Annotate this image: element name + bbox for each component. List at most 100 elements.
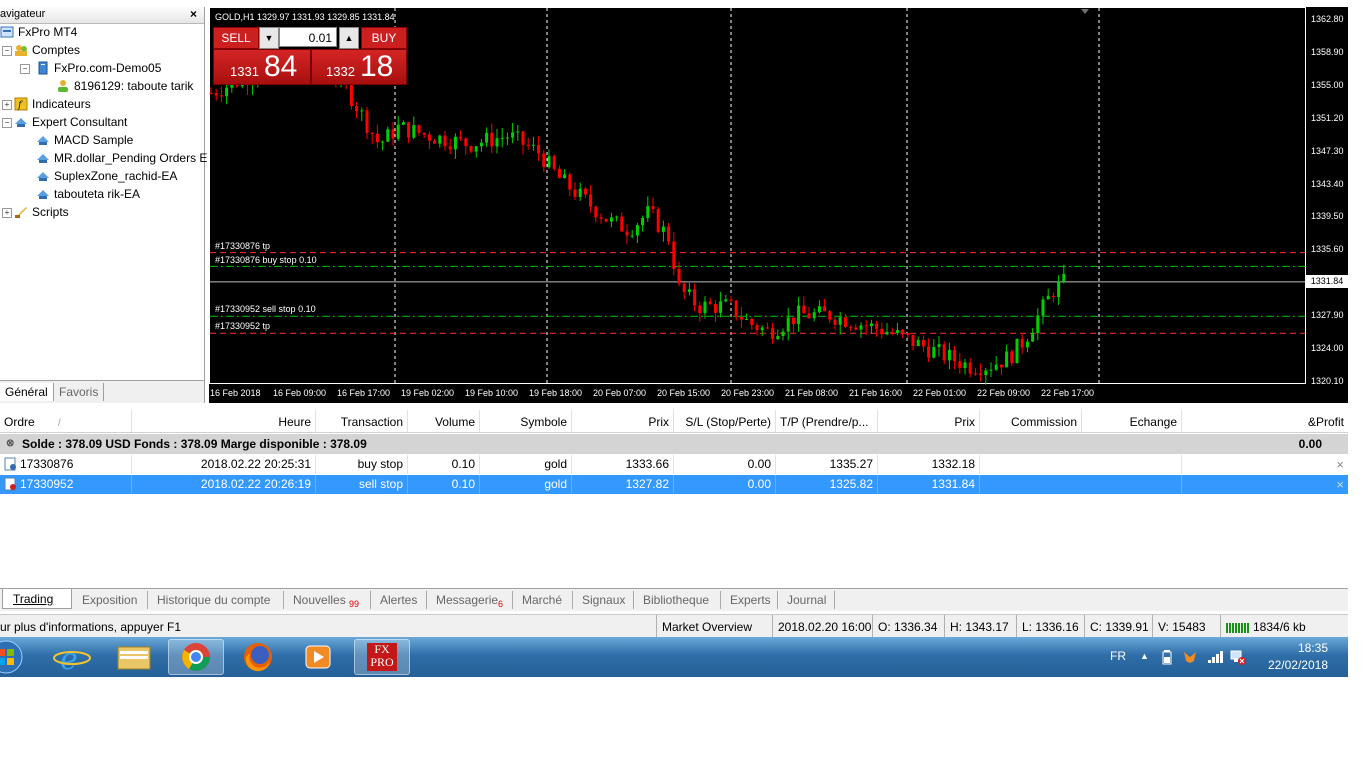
- ea-icon: [36, 151, 50, 165]
- tab-library[interactable]: Bibliotheque: [633, 591, 709, 609]
- tree-item-label: MR.dollar_Pending Orders E: [54, 151, 208, 165]
- tab-market[interactable]: Marché: [512, 591, 562, 609]
- buy-button[interactable]: BUY: [361, 27, 407, 49]
- candle-body: [568, 174, 572, 190]
- taskbar-chrome[interactable]: [168, 639, 224, 675]
- column-header-symbol[interactable]: Symbole: [480, 410, 572, 432]
- candle-body: [807, 313, 811, 319]
- tree-item-ea-mrdollar[interactable]: MR.dollar_Pending Orders E: [36, 149, 207, 167]
- tree-item-server[interactable]: FxPro.com-Demo05: [36, 59, 161, 77]
- y-axis-tick: 1347.30: [1311, 146, 1344, 156]
- tree-expand-toggle[interactable]: +: [2, 100, 12, 110]
- tree-collapse-toggle[interactable]: −: [2, 46, 12, 56]
- y-axis-tick: 1320.10: [1311, 376, 1344, 386]
- table-row[interactable]: 17330952 2018.02.22 20:26:19 sell stop 0…: [0, 475, 1348, 494]
- tree-expand-toggle[interactable]: +: [2, 208, 12, 218]
- candle-body: [1046, 295, 1050, 300]
- tab-journal[interactable]: Journal: [777, 591, 836, 609]
- tree-item-terminal[interactable]: FxPro MT4: [0, 23, 77, 41]
- tree-collapse-toggle[interactable]: −: [2, 118, 12, 128]
- tree-item-indicators[interactable]: f Indicateurs: [14, 95, 91, 113]
- order-id-cell: 17330876: [0, 455, 132, 474]
- tree-collapse-toggle[interactable]: −: [20, 64, 30, 74]
- candle-body: [225, 87, 229, 97]
- column-header-order[interactable]: Ordre /: [0, 410, 132, 432]
- column-header-transaction[interactable]: Transaction: [316, 410, 408, 432]
- column-header-time[interactable]: Heure: [132, 410, 316, 432]
- signal-bars-icon[interactable]: [1208, 651, 1224, 663]
- tp-cell: 1325.82: [776, 475, 878, 494]
- column-header-swap[interactable]: Echange: [1082, 410, 1182, 432]
- status-traffic[interactable]: 1834/6 kb: [1220, 615, 1348, 637]
- tab-favorites[interactable]: Favoris: [54, 383, 105, 401]
- taskbar-firefox[interactable]: [230, 639, 286, 675]
- price-chart[interactable]: GOLD,H1 1329.97 1331.93 1329.85 1331.84 …: [209, 7, 1348, 403]
- tab-exposure[interactable]: Exposition: [82, 591, 137, 609]
- fox-tray-icon[interactable]: [1182, 649, 1198, 665]
- lot-decrease-button[interactable]: ▼: [259, 27, 279, 49]
- status-bar: ur plus d'informations, appuyer F1 Marke…: [0, 614, 1348, 637]
- tab-news[interactable]: Nouvelles 99: [283, 591, 359, 609]
- tab-account-history[interactable]: Historique du compte: [147, 591, 270, 609]
- bid-price-panel[interactable]: 1331 84: [213, 49, 311, 85]
- tree-item-ea-macd[interactable]: MACD Sample: [36, 131, 133, 149]
- candle-body: [729, 299, 733, 301]
- candle-body: [516, 131, 520, 133]
- show-hidden-icons-button[interactable]: ▲: [1140, 651, 1149, 661]
- column-header-current-price[interactable]: Prix: [878, 410, 980, 432]
- lot-increase-button[interactable]: ▲: [339, 27, 359, 49]
- language-indicator[interactable]: FR: [1110, 649, 1126, 663]
- tab-experts[interactable]: Experts: [720, 591, 771, 609]
- candle-body: [786, 317, 790, 332]
- x-axis-tick: 22 Feb 17:00: [1041, 388, 1095, 398]
- tree-item-scripts[interactable]: Scripts: [14, 203, 69, 221]
- lot-size-input[interactable]: 0.01: [279, 27, 337, 47]
- taskbar-fxpro[interactable]: FX PRO: [354, 639, 410, 675]
- column-header-tp[interactable]: T/P (Prendre/p...: [776, 410, 878, 432]
- column-header-price[interactable]: Prix: [572, 410, 674, 432]
- table-row[interactable]: 17330876 2018.02.22 20:25:31 buy stop 0.…: [0, 455, 1348, 474]
- taskbar-ie[interactable]: e: [44, 639, 100, 677]
- tab-trading[interactable]: Trading: [2, 589, 72, 609]
- terminal-icon: [0, 25, 14, 39]
- candle-body: [656, 209, 660, 232]
- candle-body: [880, 328, 884, 335]
- tree-item-experts[interactable]: Expert Consultant: [14, 113, 127, 131]
- tab-alerts[interactable]: Alertes: [370, 591, 417, 609]
- battery-icon[interactable]: [1162, 649, 1172, 665]
- close-order-button[interactable]: ×: [1182, 475, 1348, 494]
- ask-price-panel[interactable]: 1332 18: [311, 49, 407, 85]
- candle-body: [594, 206, 598, 218]
- tab-general[interactable]: Général: [0, 383, 54, 401]
- taskbar-explorer[interactable]: [106, 639, 162, 675]
- sell-button[interactable]: SELL: [213, 27, 259, 49]
- network-error-icon[interactable]: [1230, 649, 1246, 665]
- navigator-close-button[interactable]: ×: [190, 7, 197, 21]
- column-header-profit[interactable]: &Profit: [1182, 410, 1348, 432]
- tab-signals[interactable]: Signaux: [572, 591, 625, 609]
- balance-row[interactable]: ⊗ Solde : 378.09 USD Fonds : 378.09 Marg…: [0, 434, 1348, 454]
- close-order-button[interactable]: ×: [1182, 455, 1348, 474]
- candle-body: [823, 306, 827, 312]
- candle-body: [989, 369, 993, 371]
- tree-item-accounts[interactable]: Comptes: [14, 41, 80, 59]
- tree-item-ea-suplexzone[interactable]: SuplexZone_rachid-EA: [36, 167, 177, 185]
- tab-mailbox[interactable]: Messagerie6: [426, 591, 503, 609]
- tree-item-ea-taboutetarik[interactable]: tabouteta rik-EA: [36, 185, 140, 203]
- clock-date[interactable]: 22/02/2018: [1264, 658, 1328, 672]
- clock-time[interactable]: 18:35: [1264, 641, 1328, 655]
- candle-body: [781, 331, 785, 337]
- start-button[interactable]: [0, 639, 34, 675]
- column-header-commission[interactable]: Commission: [980, 410, 1082, 432]
- taskbar-media[interactable]: [290, 639, 346, 675]
- column-header-sl[interactable]: S/L (Stop/Perte): [674, 410, 776, 432]
- status-profile[interactable]: Market Overview: [656, 615, 772, 637]
- sl-cell: 0.00: [674, 455, 776, 474]
- candle-body: [459, 136, 463, 139]
- candle-body: [947, 349, 951, 361]
- tree-item-account-user[interactable]: 8196129: taboute tarik: [56, 77, 193, 95]
- candle-body: [547, 156, 551, 168]
- chart-shift-marker[interactable]: [1081, 9, 1089, 14]
- tree-item-label: SuplexZone_rachid-EA: [54, 169, 178, 183]
- column-header-volume[interactable]: Volume: [408, 410, 480, 432]
